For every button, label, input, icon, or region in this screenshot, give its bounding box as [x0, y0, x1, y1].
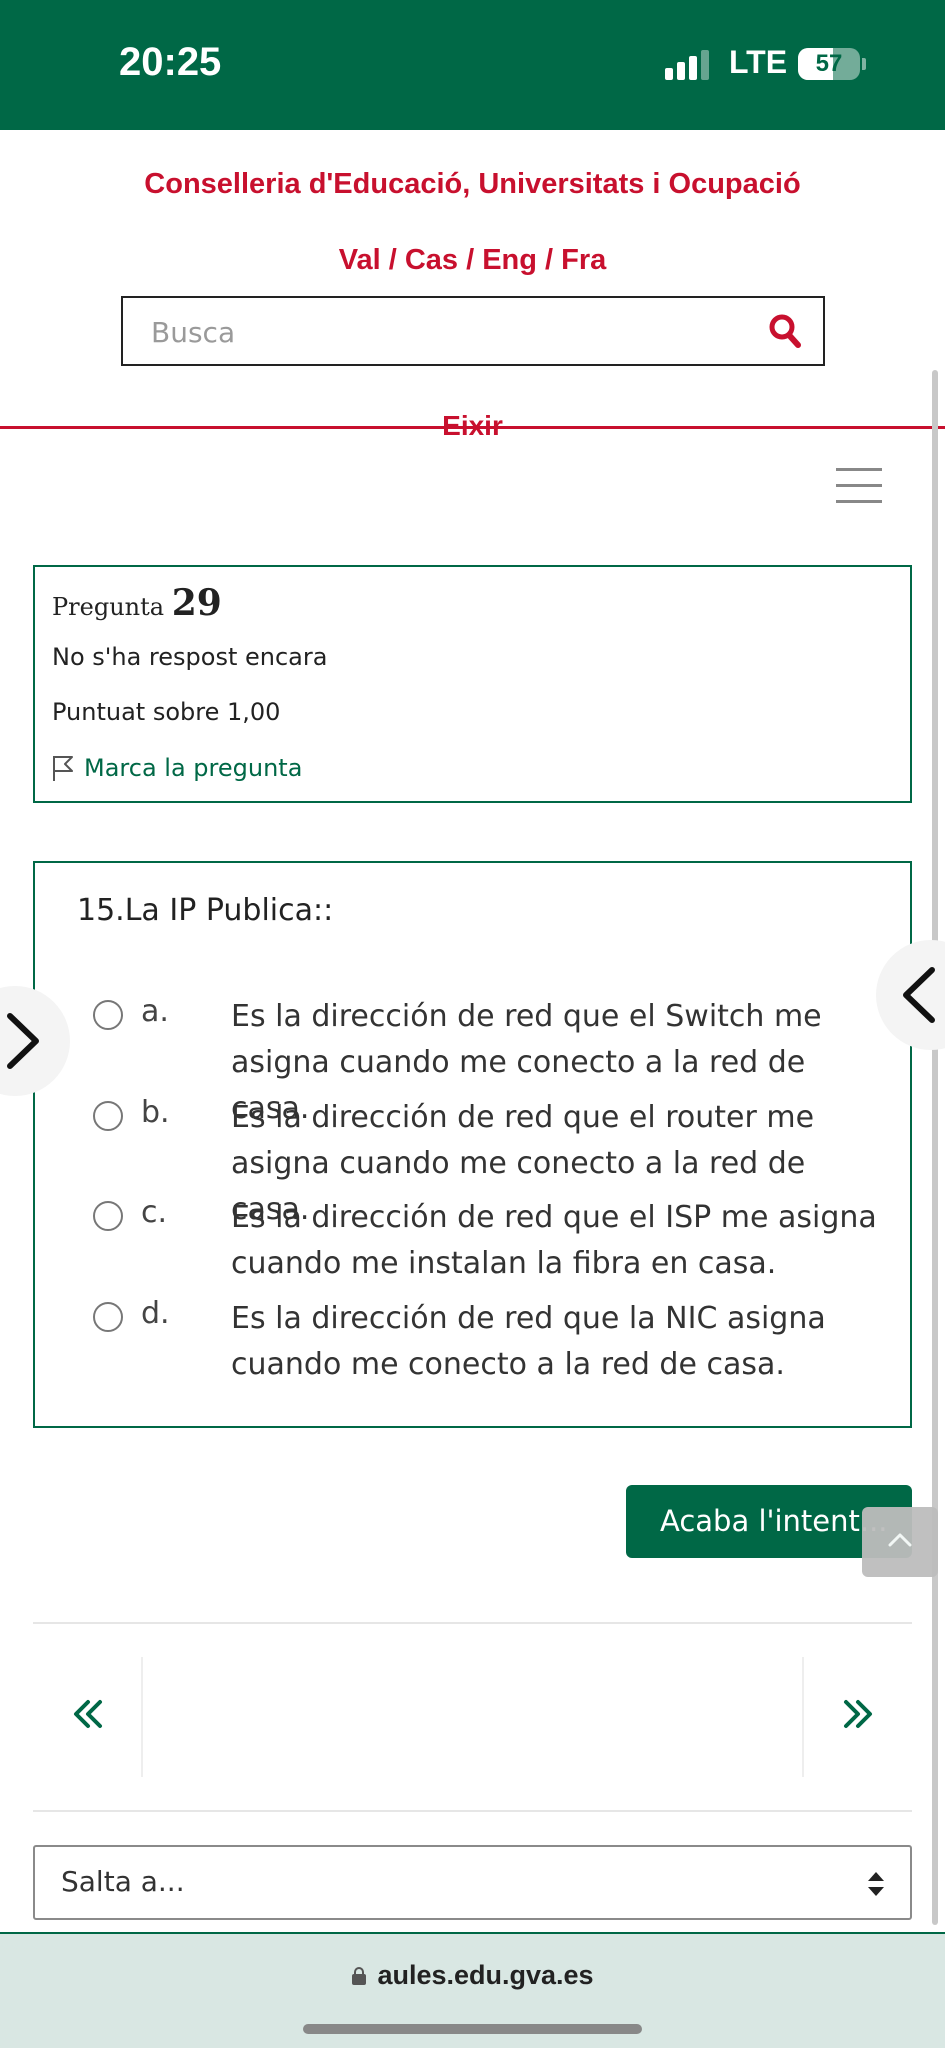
answer-letter: c.: [141, 1195, 168, 1230]
question-number-value: 29: [171, 582, 222, 624]
jump-to-label: Salta a...: [61, 1865, 185, 1898]
status-bar: 20:25 LTE 57: [0, 0, 945, 130]
answer-text[interactable]: Es la dirección de red que la NIC asigna…: [231, 1296, 891, 1388]
chevron-up-icon: [888, 1533, 912, 1547]
search-input[interactable]: [151, 310, 731, 354]
battery-level: 57: [815, 50, 843, 77]
menu-icon[interactable]: [836, 466, 882, 504]
search-box: [121, 296, 825, 366]
flag-icon: [53, 756, 73, 781]
cellular-signal-icon: [665, 50, 715, 80]
divider: [33, 1810, 912, 1812]
answer-radio[interactable]: [93, 1201, 123, 1231]
flag-question-link[interactable]: Marca la pregunta: [52, 753, 302, 783]
answer-option-a[interactable]: a. Es la dirección de red que el Switch …: [93, 994, 883, 1126]
browser-url-bar[interactable]: aules.edu.gva.es: [0, 1932, 945, 2048]
ministry-title[interactable]: Conselleria d'Educació, Universitats i O…: [0, 168, 945, 201]
url-text: aules.edu.gva.es: [377, 1960, 594, 1990]
search-icon[interactable]: [767, 312, 803, 352]
divider: [141, 1657, 143, 1777]
answer-radio[interactable]: [93, 1302, 123, 1332]
question-grade: Puntuat sobre 1,00: [52, 698, 281, 726]
battery-tip: [862, 58, 866, 70]
scrollbar[interactable]: [932, 370, 938, 1925]
divider: [802, 1657, 804, 1777]
answer-letter: d.: [141, 1296, 170, 1331]
home-indicator[interactable]: [303, 2024, 642, 2034]
answer-radio[interactable]: [93, 1000, 123, 1030]
answer-radio[interactable]: [93, 1101, 123, 1131]
answer-text[interactable]: Es la dirección de red que el ISP me asi…: [231, 1195, 891, 1287]
network-type: LTE: [729, 44, 788, 80]
answer-letter: b.: [141, 1095, 170, 1130]
question-state: No s'ha respost encara: [52, 643, 328, 671]
question-content: 15.La IP Publica:: a. Es la dirección de…: [33, 861, 912, 1428]
next-page-icon[interactable]: [838, 1694, 878, 1734]
question-text: 15.La IP Publica::: [77, 893, 334, 928]
logout-link[interactable]: Eixir: [0, 410, 945, 442]
answer-option-c[interactable]: c. Es la dirección de red que el ISP me …: [93, 1195, 883, 1287]
battery-icon: 57: [798, 48, 860, 80]
jump-to-select[interactable]: Salta a...: [33, 1845, 912, 1920]
previous-page-icon[interactable]: [68, 1694, 108, 1734]
question-label: Pregunta: [52, 593, 165, 621]
divider: [33, 1622, 912, 1624]
clock: 20:25: [119, 40, 222, 84]
chevron-right-icon: [7, 1013, 39, 1069]
flag-label: Marca la pregunta: [84, 754, 303, 782]
lock-icon: [351, 1962, 367, 1985]
language-switcher[interactable]: Val / Cas / Eng / Fra: [0, 244, 945, 277]
answer-option-b[interactable]: b. Es la dirección de red que el router …: [93, 1095, 883, 1227]
answer-letter: a.: [141, 994, 169, 1029]
back-to-top-button[interactable]: [862, 1507, 938, 1577]
url-display[interactable]: aules.edu.gva.es: [0, 1960, 945, 1991]
question-number: Pregunta 29: [52, 582, 222, 624]
select-arrows-icon: [868, 1872, 884, 1896]
chevron-left-icon: [903, 967, 935, 1023]
question-info: Pregunta 29 No s'ha respost encara Puntu…: [33, 565, 912, 803]
answer-option-d[interactable]: d. Es la dirección de red que la NIC asi…: [93, 1296, 883, 1388]
